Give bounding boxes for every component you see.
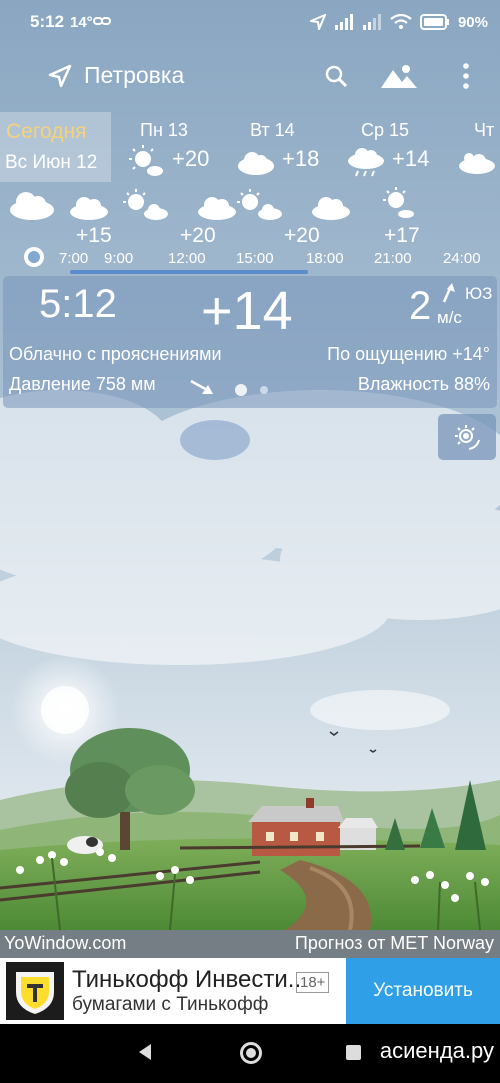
wind-direction-arrow-icon (442, 283, 455, 303)
sun-settings-icon (455, 425, 480, 450)
location-arrow-icon (309, 14, 326, 30)
signal-icon (362, 14, 381, 30)
sun-cloud-icon (383, 187, 414, 218)
page-indicator-dot[interactable] (260, 386, 268, 394)
back-icon[interactable] (137, 1043, 153, 1061)
page-indicator-dot-active[interactable] (235, 384, 247, 396)
weather-effects-button[interactable] (438, 414, 496, 460)
recent-apps-icon[interactable] (346, 1045, 361, 1060)
current-time: 5:12 (39, 282, 117, 326)
attribution-bar: YoWindow.com Прогноз от MET Norway (0, 930, 500, 958)
hourly-time: 18:00 (306, 250, 344, 267)
hourly-temp: +20 (180, 224, 216, 247)
day-temp: +20 (172, 146, 210, 171)
hourly-forecast: +15 +20 +20 +17 7:00 9:00 12:00 15:00 18… (0, 184, 500, 274)
forecast-provider-link[interactable]: Прогноз от MET Norway (295, 933, 494, 954)
link-icon (93, 17, 111, 25)
daily-forecast-row: Сегодня Вс Июн 12 Пн 13 +20 Вт 14 +18 Ср… (0, 112, 500, 184)
hourly-time: 9:00 (104, 250, 134, 267)
wind-unit: м/с (437, 308, 462, 327)
hourly-time: 15:00 (236, 250, 274, 267)
wind-direction: ЮЗ (465, 284, 493, 303)
signal-icon (334, 14, 353, 30)
yowindow-link[interactable]: YoWindow.com (4, 933, 126, 954)
weather-description: Облачно с прояснениями (9, 344, 222, 364)
wind-speed: 2 (409, 284, 432, 328)
today-date: Вс Июн 12 (5, 152, 98, 173)
sun-cloud-icon (129, 145, 163, 176)
cloud-icon (70, 197, 108, 220)
day-today[interactable]: Сегодня Вс Июн 12 (0, 112, 111, 182)
today-label: Сегодня (6, 120, 87, 143)
cloud-icon (459, 153, 495, 174)
day-wednesday[interactable]: Ср 15 +14 (344, 112, 454, 182)
age-rating-badge: 18+ (296, 972, 330, 993)
ad-title: Тинькофф Инвести.. (72, 966, 302, 993)
battery-percent: 90% (457, 13, 488, 31)
location-name[interactable]: Петровка (84, 62, 184, 89)
pressure: Давление 758 мм (9, 374, 156, 394)
day-name: Чт (474, 120, 495, 140)
day-name: Вт 14 (250, 120, 295, 140)
cloud-icon (238, 152, 274, 175)
navigation-arrow-icon[interactable] (48, 64, 72, 88)
app-toolbar: Петровка (0, 52, 500, 100)
install-button[interactable]: Установить (346, 958, 500, 1024)
pressure-trend-arrow-icon (190, 379, 213, 394)
status-icons: 90% (309, 12, 488, 32)
home-icon[interactable] (240, 1042, 262, 1064)
hourly-temp: +20 (284, 224, 320, 247)
current-temperature: +14 (201, 281, 293, 341)
hourly-scroll-indicator[interactable] (70, 270, 308, 274)
ad-banner[interactable]: Тинькофф Инвести.. 18+ бумагами с Тинько… (0, 958, 500, 1024)
tinkoff-logo (6, 962, 64, 1020)
day-thursday[interactable]: Чт (452, 112, 500, 182)
day-temp: +14 (392, 146, 430, 171)
current-conditions-card[interactable]: 5:12 +14 2 ЮЗ м/с Облачно с прояснениями… (3, 276, 497, 408)
wifi-icon (390, 14, 412, 29)
hourly-time: 12:00 (168, 250, 206, 267)
feels-like: По ощущению +14° (327, 344, 490, 364)
hourly-time: 7:00 (59, 250, 89, 267)
status-bar: 5:12 14° 90% (0, 0, 500, 44)
search-icon[interactable] (324, 64, 348, 88)
day-name: Ср 15 (361, 120, 410, 140)
status-time: 5:12 (30, 12, 65, 31)
day-monday[interactable]: Пн 13 +20 (128, 112, 238, 182)
humidity: Влажность 88% (357, 374, 490, 394)
hourly-temp: +17 (384, 224, 420, 247)
cloud-icon (312, 197, 350, 220)
hourly-time: 24:00 (443, 250, 481, 267)
cloud-icon (198, 197, 236, 220)
day-tuesday[interactable]: Вт 14 +18 (236, 112, 346, 182)
day-temp: +18 (282, 146, 320, 171)
ad-subtitle: бумагами с Тинькофф (72, 994, 269, 1015)
sun-cloud-icon (123, 189, 168, 220)
hourly-time: 21:00 (374, 250, 412, 267)
cloud-icon (10, 192, 54, 220)
rain-cloud-icon (348, 148, 384, 177)
current-time-marker (24, 247, 44, 267)
watermark: асиенда.ру (379, 1038, 494, 1063)
more-menu-icon[interactable] (456, 62, 476, 90)
day-name: Пн 13 (140, 120, 188, 140)
hourly-temp: +15 (76, 224, 112, 247)
status-temp: 14° (70, 14, 93, 31)
sun-cloud-icon (237, 189, 282, 220)
system-navigation-bar: асиенда.ру (0, 1024, 500, 1083)
landscape-icon[interactable] (380, 62, 418, 90)
battery-icon (419, 14, 449, 30)
